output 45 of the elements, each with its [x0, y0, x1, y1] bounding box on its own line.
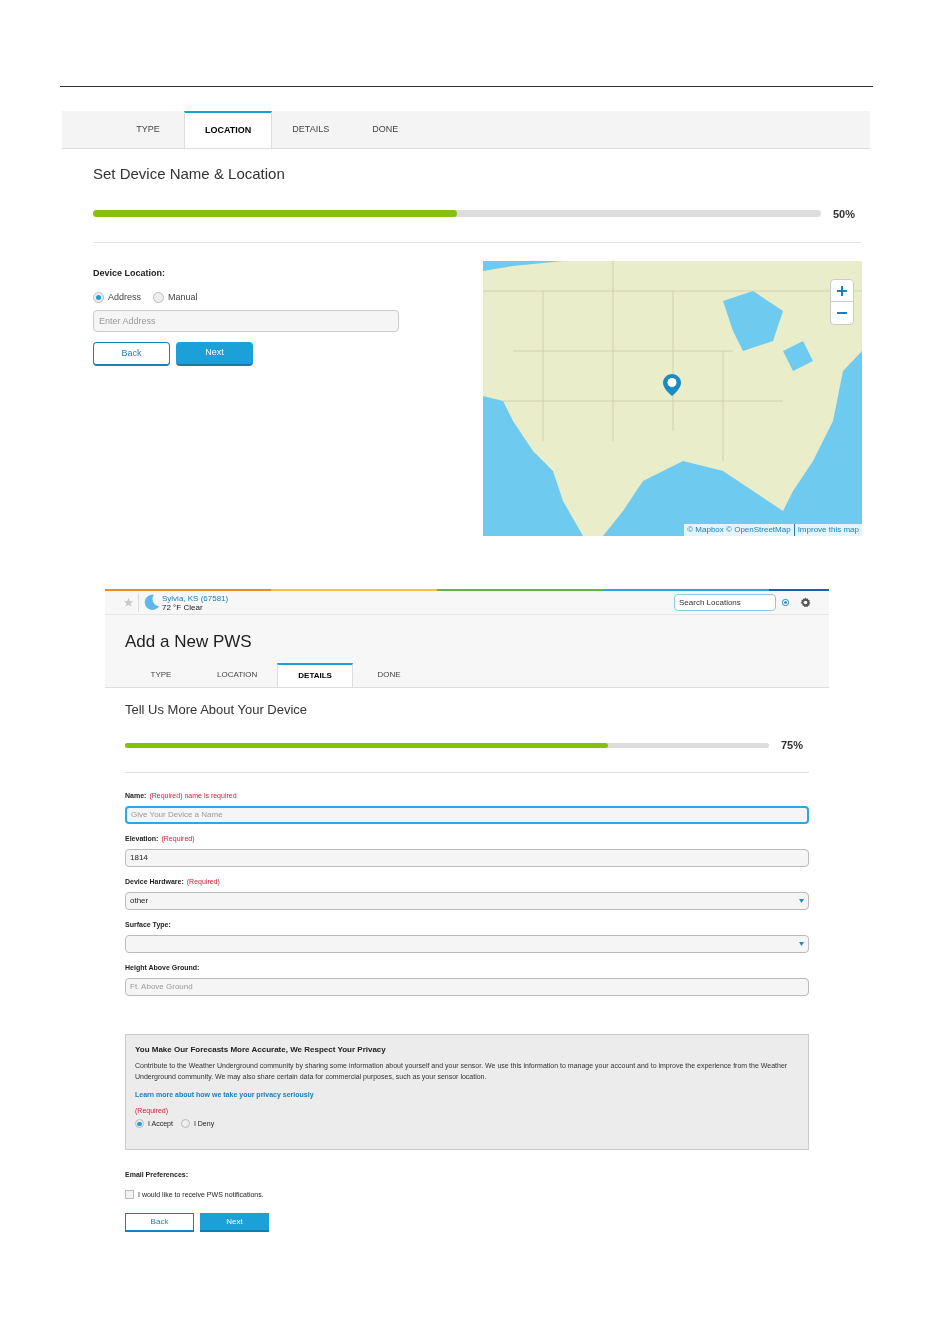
minus-icon	[837, 311, 847, 315]
step-tab[interactable]: LOCATION	[197, 662, 278, 687]
locate-icon[interactable]	[781, 598, 790, 607]
step-tab[interactable]: TYPE	[112, 111, 184, 148]
progress-percent: 50%	[833, 206, 857, 222]
page-heading: Set Device Name & Location	[93, 164, 286, 184]
radio-button[interactable]	[135, 1119, 144, 1129]
progress-percent: 75%	[781, 738, 805, 753]
field-label: Device Location:	[93, 267, 167, 280]
moon-icon	[143, 594, 160, 611]
star-icon[interactable]	[123, 597, 134, 608]
location-name[interactable]: Sylvia, KS (67581)	[162, 593, 229, 603]
dropdown-caret-icon	[799, 941, 804, 946]
page-title: Add a New PWS	[125, 631, 253, 653]
step-tab[interactable]: DETAILS	[277, 662, 353, 687]
improve-map-link[interactable]: Improve this map	[793, 524, 859, 536]
map[interactable]: © Mapbox © OpenStreetMap Improve this map	[483, 261, 862, 536]
radio-button[interactable]	[153, 291, 165, 303]
page-heading: Tell Us More About Your Device	[125, 700, 309, 719]
map-attribution: © Mapbox © OpenStreetMap	[687, 524, 791, 536]
radio-label: Address	[108, 290, 142, 304]
step-tab[interactable]: DONE	[352, 662, 425, 687]
settings-icon[interactable]	[800, 597, 811, 608]
privacy-title: You Make Our Forecasts More Accurate, We Respect Your Privacy	[135, 1043, 387, 1056]
address-field[interactable]: Enter Address	[93, 310, 399, 332]
back-button[interactable]: Back	[125, 1213, 194, 1232]
step-tab[interactable]: LOCATION	[184, 111, 273, 148]
step-tab[interactable]: DONE	[349, 111, 422, 148]
step-tab[interactable]: TYPE	[125, 662, 197, 687]
current-weather: 72 °F Clear	[162, 602, 203, 612]
input-field[interactable]: Ft. Above Ground	[125, 977, 809, 996]
checkbox[interactable]	[125, 1190, 134, 1200]
map-pin-icon	[663, 374, 681, 396]
radio-button[interactable]	[93, 291, 104, 303]
radio-label: Manual	[168, 290, 198, 304]
dropdown-caret-icon	[799, 898, 804, 903]
select-field[interactable]: other	[125, 891, 809, 910]
radio-button[interactable]	[180, 1119, 190, 1129]
input-field[interactable]: Give Your Device a Name	[125, 805, 809, 824]
plus-icon	[837, 285, 847, 296]
input-field[interactable]: 1814	[125, 848, 809, 867]
step-tab[interactable]: DETAILS	[272, 111, 350, 148]
search-field[interactable]: Search Locations	[674, 594, 776, 611]
select-field[interactable]	[125, 934, 809, 953]
back-button[interactable]: Back	[93, 342, 170, 366]
